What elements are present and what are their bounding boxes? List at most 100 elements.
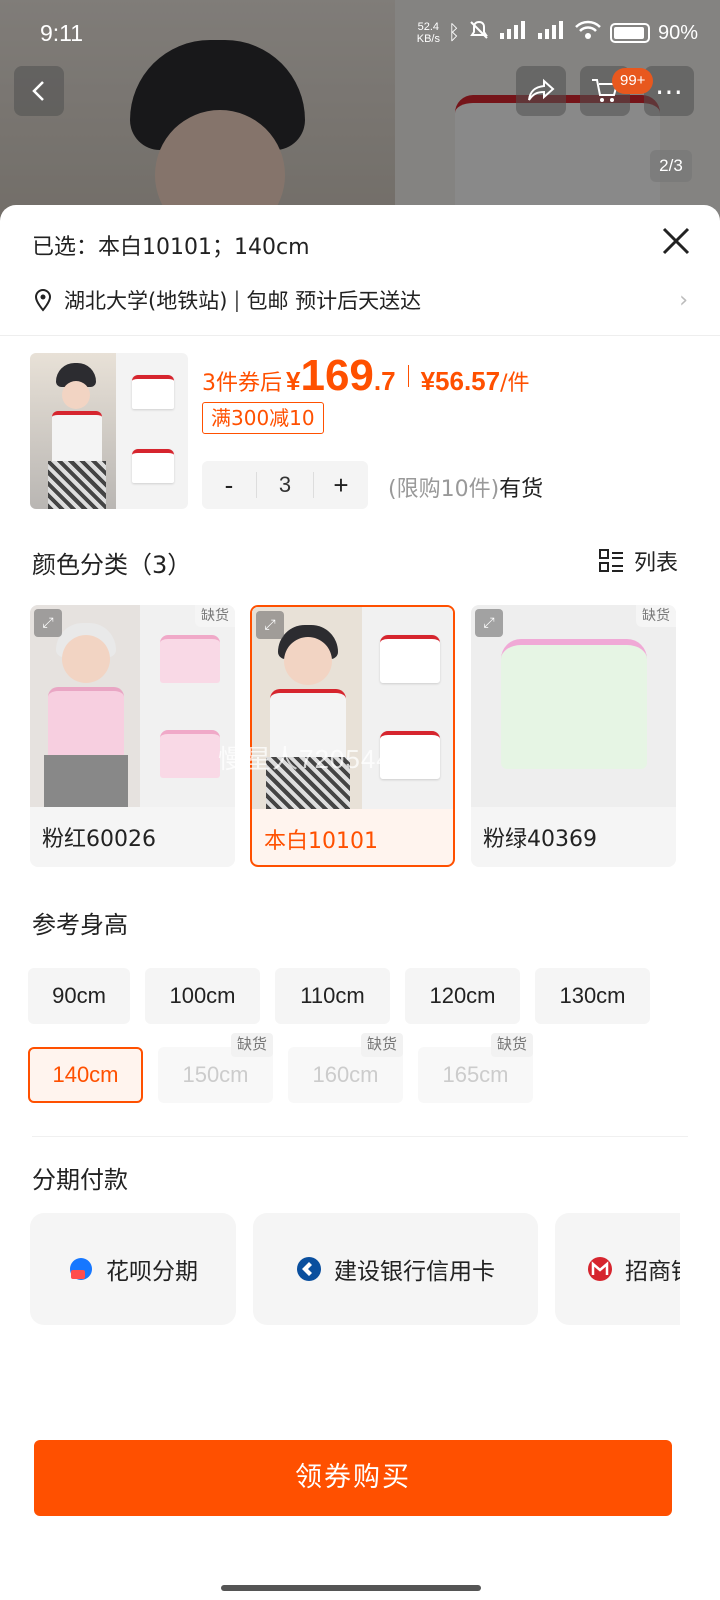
size-option-130[interactable]: 130cm xyxy=(535,968,650,1024)
color-option-white[interactable]: ⤢ 本白10101 xyxy=(250,605,455,867)
quantity-plus-button[interactable]: + xyxy=(314,470,368,501)
status-time: 9:11 xyxy=(40,19,84,46)
stock-status: 有货 xyxy=(499,477,544,502)
thumb-tee-bottom xyxy=(132,449,174,483)
status-bar: 9:11 52.4 KB/s ᛒ 90% xyxy=(0,0,720,66)
installment-option-label: 建设银行信用卡 xyxy=(334,1259,495,1285)
tee-shape xyxy=(160,730,220,778)
size-option-165[interactable]: 165cm 缺货 xyxy=(418,1033,533,1103)
shipping-info: 包邮 预计后天送达 xyxy=(246,289,422,313)
price-decimal: .7 xyxy=(373,366,396,396)
skirt-shape xyxy=(44,755,128,807)
price-separator xyxy=(407,365,409,387)
head-shape xyxy=(284,637,332,685)
claim-coupon-buy-button[interactable]: 领券购买 xyxy=(34,1440,672,1516)
out-of-stock-tag: 缺货 xyxy=(195,605,235,627)
head-shape xyxy=(62,635,110,683)
list-icon xyxy=(599,549,623,572)
tee-shape xyxy=(501,639,647,769)
divider xyxy=(32,1136,688,1137)
home-indicator[interactable] xyxy=(221,1585,481,1591)
out-of-stock-tag: 缺货 xyxy=(360,1033,403,1057)
tee-shape xyxy=(160,635,220,683)
bluetooth-icon: ᛒ xyxy=(447,21,460,44)
expand-icon[interactable]: ⤢ xyxy=(34,609,62,637)
chevron-left-icon xyxy=(32,81,44,101)
delivery-address: 湖北大学(地铁站) xyxy=(64,289,228,313)
chevron-right-icon: › xyxy=(679,287,688,313)
list-toggle-label: 列表 xyxy=(634,551,679,576)
product-thumbnail[interactable] xyxy=(30,353,188,509)
thumb-face xyxy=(62,381,90,409)
color-option-mint[interactable]: ⤢ 缺货 粉绿40369 xyxy=(471,605,676,867)
installment-option-cmb[interactable]: 招商银行信用卡 xyxy=(555,1213,680,1325)
selected-sku-text: 已选：本白10101；140cm xyxy=(32,235,310,260)
network-speed-value: 52.4 xyxy=(417,21,440,33)
expand-icon[interactable]: ⤢ xyxy=(475,609,503,637)
huabei-icon xyxy=(70,1258,92,1280)
size-option-label: 150cm xyxy=(182,1062,249,1087)
installment-options: 花呗分期 建设银行信用卡 招商银行信用卡 xyxy=(30,1213,680,1328)
size-option-110[interactable]: 110cm xyxy=(275,968,390,1024)
cart-badge: 99+ xyxy=(612,68,654,94)
quantity-minus-button[interactable]: - xyxy=(202,470,256,501)
price-currency: ¥ xyxy=(286,366,301,396)
unit-price-suffix: /件 xyxy=(500,371,530,396)
tee-shape xyxy=(380,635,440,683)
size-option-90[interactable]: 90cm xyxy=(28,968,130,1024)
delivery-address-row[interactable]: 湖北大学(地铁站) | 包邮 预计后天送达 › xyxy=(32,285,688,315)
installment-option-huabei[interactable]: 花呗分期 xyxy=(30,1213,236,1325)
thumb-shirt xyxy=(52,411,102,461)
size-option-120[interactable]: 120cm xyxy=(405,968,520,1024)
size-option-label: 165cm xyxy=(442,1062,509,1087)
quantity-stepper: - 3 + xyxy=(202,461,368,509)
installment-section-title: 分期付款 xyxy=(32,1166,128,1194)
installment-option-ccb[interactable]: 建设银行信用卡 xyxy=(253,1213,538,1325)
more-button[interactable]: ⋯ xyxy=(644,66,694,116)
size-option-label: 160cm xyxy=(312,1062,379,1087)
price-prefix: 3件券后 xyxy=(202,371,282,396)
wifi-icon xyxy=(574,19,602,47)
color-option-label: 粉绿40369 xyxy=(483,827,597,852)
ccb-icon xyxy=(297,1257,321,1281)
network-speed: 52.4 KB/s xyxy=(417,21,440,45)
out-of-stock-tag: 缺货 xyxy=(490,1033,533,1057)
list-view-toggle[interactable]: 列表 xyxy=(598,545,678,577)
size-option-160[interactable]: 160cm 缺货 xyxy=(288,1033,403,1103)
more-icon: ⋯ xyxy=(655,74,683,108)
quantity-value[interactable]: 3 xyxy=(256,472,314,498)
mute-icon xyxy=(468,19,490,47)
share-icon xyxy=(528,78,555,101)
battery-percent: 90% xyxy=(657,21,698,44)
installment-option-label: 花呗分期 xyxy=(106,1259,198,1285)
image-page-indicator: 2/3 xyxy=(650,150,692,182)
address-separator: | xyxy=(233,288,241,312)
size-section-title: 参考身高 xyxy=(32,911,128,939)
battery-icon xyxy=(609,23,650,43)
expand-icon[interactable]: ⤢ xyxy=(256,611,284,639)
coupon-tag: 满300减10 xyxy=(202,402,324,434)
size-option-140[interactable]: 140cm xyxy=(28,1047,143,1103)
price-line: 3件券后 ¥ 169 .7 ¥56.57 /件 xyxy=(202,351,530,401)
divider xyxy=(0,335,720,336)
thumb-tee-top xyxy=(132,375,174,409)
share-button[interactable] xyxy=(516,66,566,116)
thumb-skirt xyxy=(48,461,106,509)
unit-price: ¥56.57 xyxy=(420,366,501,396)
close-icon xyxy=(662,227,690,255)
color-option-pink[interactable]: ⤢ 缺货 粉红60026 xyxy=(30,605,235,867)
network-speed-unit: KB/s xyxy=(416,33,440,45)
signal-hd-icon xyxy=(498,19,528,47)
size-option-150[interactable]: 150cm 缺货 xyxy=(158,1033,273,1103)
color-option-label: 本白10101 xyxy=(264,829,378,854)
color-section-title: 颜色分类（3） xyxy=(32,551,192,579)
stock-info: (限购10件)有货 xyxy=(388,471,543,503)
out-of-stock-tag: 缺货 xyxy=(230,1033,273,1057)
back-button[interactable] xyxy=(14,66,64,116)
location-pin-icon xyxy=(34,288,52,312)
size-option-100[interactable]: 100cm xyxy=(145,968,260,1024)
close-button[interactable] xyxy=(656,221,696,261)
color-option-label: 粉红60026 xyxy=(42,827,156,852)
sku-selection-sheet: 已选：本白10101；140cm 湖北大学(地铁站) | 包邮 预计后天送达 ›… xyxy=(0,205,720,1600)
status-icons: 52.4 KB/s ᛒ 90% xyxy=(417,19,698,47)
